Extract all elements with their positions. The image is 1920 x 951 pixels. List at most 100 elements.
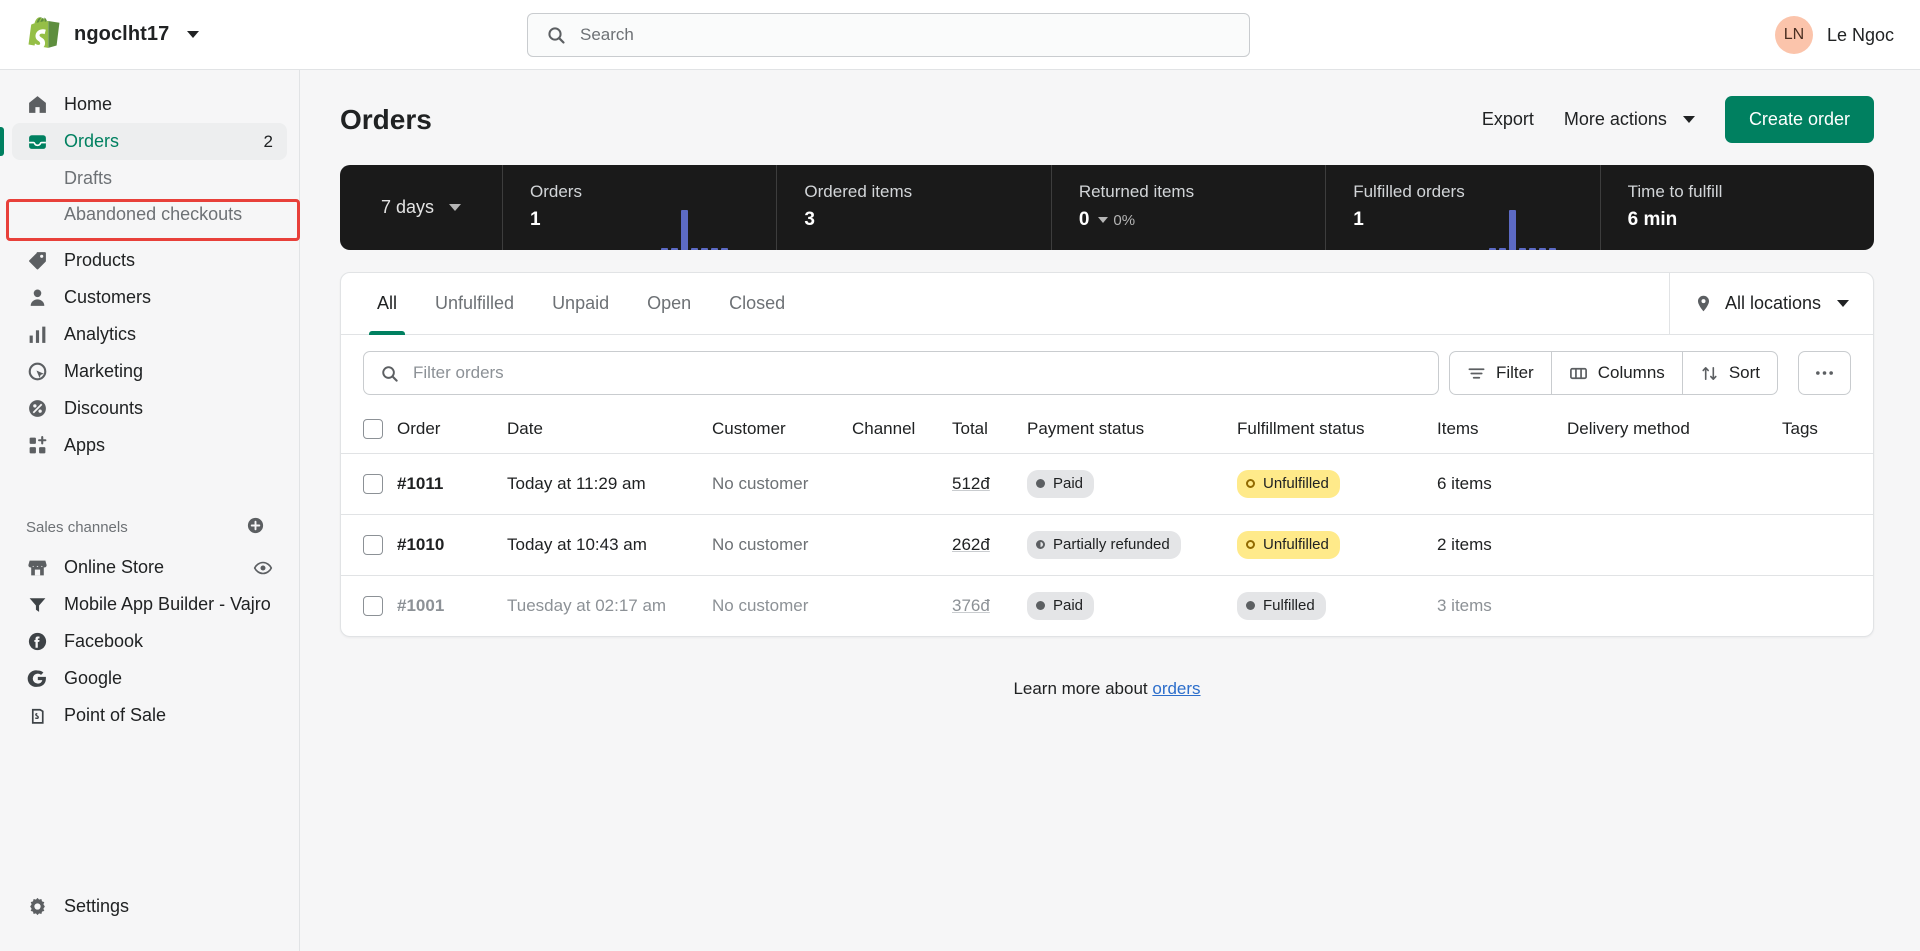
sort-button[interactable]: Sort (1682, 351, 1778, 395)
sidebar-item-point-of-sale[interactable]: Point of Sale (12, 697, 287, 734)
home-icon (26, 93, 49, 116)
filter-orders-input[interactable]: Filter orders (363, 351, 1439, 395)
row-checkbox[interactable] (363, 474, 383, 494)
fulfillment-status-label: Fulfilled (1263, 597, 1315, 614)
sidebar-item-marketing[interactable]: Marketing (12, 353, 287, 390)
sidebar-item-discounts[interactable]: Discounts (12, 390, 287, 427)
metric-returned-items[interactable]: Returned items 0 0% (1050, 165, 1325, 250)
apps-grid-icon (26, 434, 49, 457)
sidebar-item-apps[interactable]: Apps (12, 427, 287, 464)
caret-down-icon (1098, 217, 1109, 223)
table-row[interactable]: #1011 Today at 11:29 am No customer 512đ… (341, 453, 1873, 515)
discounts-percent-icon (26, 397, 49, 420)
chevron-down-icon (449, 204, 462, 211)
metric-ordered-items[interactable]: Ordered items 3 (776, 165, 1050, 250)
sidebar-item-drafts[interactable]: Drafts (12, 160, 287, 196)
metric-label: Ordered items (804, 182, 913, 201)
metric-fulfilled-orders[interactable]: Fulfilled orders 1 (1325, 165, 1599, 250)
location-label: All locations (1724, 293, 1821, 313)
order-items: 6 items (1437, 474, 1492, 493)
point-of-sale-icon (26, 704, 49, 727)
row-checkbox[interactable] (363, 535, 383, 555)
analytics-bars-icon (26, 323, 49, 346)
fulfillment-status-badge: Fulfilled (1237, 592, 1326, 620)
sidebar-item-facebook[interactable]: Facebook (12, 623, 287, 660)
sidebar-item-label: Home (64, 94, 113, 114)
tab-unpaid[interactable]: Unpaid (536, 273, 625, 335)
column-items[interactable]: Items (1437, 411, 1567, 454)
more-actions-label: More actions (1563, 109, 1667, 129)
sidebar-item-abandoned-checkouts[interactable]: Abandoned checkouts (12, 196, 287, 232)
select-all-checkbox[interactable] (363, 419, 383, 439)
table-row[interactable]: #1010 Today at 10:43 am No customer 262đ… (341, 514, 1873, 576)
more-actions-button[interactable]: More actions (1564, 109, 1695, 130)
fulfillment-status-label: Unfulfilled (1263, 475, 1329, 492)
order-id[interactable]: #1001 (397, 596, 444, 615)
sidebar-item-home[interactable]: Home (12, 86, 287, 123)
column-payment-status[interactable]: Payment status (1027, 411, 1237, 454)
table-row[interactable]: #1001 Tuesday at 02:17 am No customer 37… (341, 576, 1873, 637)
payment-status-badge: Partially refunded (1027, 531, 1181, 559)
order-id[interactable]: #1010 (397, 535, 444, 554)
status-dot-icon (1036, 601, 1045, 610)
sidebar-item-analytics[interactable]: Analytics (12, 316, 287, 353)
sidebar-item-label: Discounts (64, 398, 144, 418)
search-input[interactable]: Search (580, 25, 634, 45)
order-items: 3 items (1437, 596, 1492, 615)
metric-time-to-fulfill[interactable]: Time to fulfill 6 min (1599, 165, 1874, 250)
sidebar-item-label: Orders (64, 131, 120, 151)
user-menu[interactable]: LN Le Ngoc (1774, 0, 1894, 70)
column-fulfillment-status[interactable]: Fulfillment status (1237, 411, 1437, 454)
column-delivery-method[interactable]: Delivery method (1567, 411, 1782, 454)
column-customer[interactable]: Customer (712, 411, 852, 454)
sidebar-item-label: Marketing (64, 361, 144, 381)
sidebar-item-orders[interactable]: Orders 2 (0, 123, 287, 160)
column-channel[interactable]: Channel (852, 411, 952, 454)
sidebar-item-google[interactable]: Google (12, 660, 287, 697)
order-date: Tuesday at 02:17 am (507, 596, 667, 615)
sidebar-item-customers[interactable]: Customers (12, 279, 287, 316)
sidebar-item-label: Online Store (64, 557, 165, 577)
columns-button[interactable]: Columns (1551, 351, 1683, 395)
metric-value: 1 (1353, 209, 1364, 230)
orders-help-link[interactable]: orders (1152, 679, 1200, 698)
fulfillment-status-badge: Unfulfilled (1237, 470, 1340, 498)
row-checkbox[interactable] (363, 596, 383, 616)
eye-icon[interactable] (253, 558, 273, 578)
column-total[interactable]: Total (952, 411, 1027, 454)
location-selector[interactable]: All locations (1668, 273, 1873, 334)
row-select-cell (341, 453, 397, 515)
global-search[interactable]: Search (527, 13, 1250, 57)
tab-open[interactable]: Open (631, 273, 707, 335)
sidebar-item-settings[interactable]: Settings (12, 888, 287, 925)
more-options-button[interactable] (1798, 351, 1851, 395)
order-id[interactable]: #1011 (397, 474, 443, 493)
metric-orders[interactable]: Orders 1 (502, 165, 776, 250)
sidebar-subitem-label: Abandoned checkouts (64, 203, 243, 224)
column-date[interactable]: Date (507, 411, 712, 454)
sidebar-item-mobile-app-builder-vajro[interactable]: Mobile App Builder - Vajro (12, 586, 287, 623)
main-content: Orders Export More actions Create order … (300, 70, 1920, 951)
metric-label: Fulfilled orders (1353, 182, 1465, 201)
tab-all[interactable]: All (361, 273, 413, 335)
search-icon (382, 365, 398, 382)
tab-unfulfilled[interactable]: Unfulfilled (419, 273, 530, 335)
learn-more-footer: Learn more about orders (340, 679, 1874, 699)
sidebar-item-products[interactable]: Products (12, 242, 287, 279)
chevron-down-icon (1682, 116, 1695, 123)
top-bar: ngoclht17 Search LN Le Ngoc (0, 0, 1920, 70)
payment-status-badge: Paid (1027, 470, 1095, 498)
status-dot-icon (1246, 540, 1255, 549)
column-tags[interactable]: Tags (1782, 411, 1873, 454)
column-order[interactable]: Order (397, 411, 507, 454)
sidebar-item-label: Products (64, 250, 136, 270)
tab-closed[interactable]: Closed (713, 273, 801, 335)
create-order-button[interactable]: Create order (1724, 96, 1874, 143)
sidebar-item-online-store[interactable]: Online Store (12, 549, 287, 586)
filter-button[interactable]: Filter (1448, 351, 1552, 395)
plus-circle-icon[interactable] (246, 516, 265, 539)
date-range-selector[interactable]: 7 days (340, 165, 502, 250)
store-switcher[interactable]: ngoclht17 (0, 16, 300, 53)
export-button[interactable]: Export (1482, 109, 1534, 130)
orders-count-badge: 2 (263, 131, 273, 151)
